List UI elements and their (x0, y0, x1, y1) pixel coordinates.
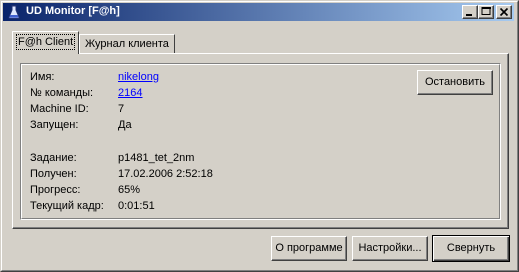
running-label: Запущен: (30, 119, 79, 131)
tab-fah-client[interactable]: F@h Client (12, 31, 80, 54)
close-icon (499, 7, 509, 17)
current-frame-value: 0:01:51 (118, 200, 155, 212)
name-label: Имя: (30, 71, 55, 83)
minimize-to-tray-button[interactable]: Свернуть (432, 235, 510, 262)
machine-id-label: Machine ID: (30, 103, 89, 115)
minimize-window-button[interactable] (462, 5, 478, 19)
main-window: UD Monitor [F@h] F@h Client Журнал клиен… (0, 0, 519, 272)
maximize-icon (481, 7, 491, 15)
task-label: Задание: (30, 152, 77, 164)
tab-client-log-label: Журнал клиента (85, 38, 169, 50)
machine-id-value: 7 (118, 103, 125, 115)
window-title: UD Monitor [F@h] (26, 5, 120, 17)
tab-client-log[interactable]: Журнал клиента (79, 34, 175, 53)
team-link[interactable]: 2164 (118, 87, 142, 99)
minimize-icon (466, 14, 472, 16)
title-bar[interactable]: UD Monitor [F@h] (3, 3, 514, 21)
received-label: Получен: (30, 168, 77, 180)
progress-label: Прогресс: (30, 184, 81, 196)
running-value: Да (118, 119, 132, 131)
progress-value: 65% (118, 184, 141, 196)
task-value: p1481_tet_2nm (118, 152, 195, 164)
about-button[interactable]: О программе (271, 236, 347, 261)
name-link[interactable]: nikelong (118, 71, 159, 83)
stop-button[interactable]: Остановить (417, 70, 493, 95)
tab-focus-rect (16, 34, 76, 50)
flask-icon (6, 4, 22, 20)
maximize-window-button[interactable] (478, 5, 494, 19)
close-window-button[interactable] (496, 5, 512, 19)
received-value: 17.02.2006 2:52:18 (118, 168, 213, 180)
team-label: № команды: (30, 87, 94, 99)
current-frame-label: Текущий кадр: (30, 200, 104, 212)
settings-button[interactable]: Настройки... (352, 236, 428, 261)
